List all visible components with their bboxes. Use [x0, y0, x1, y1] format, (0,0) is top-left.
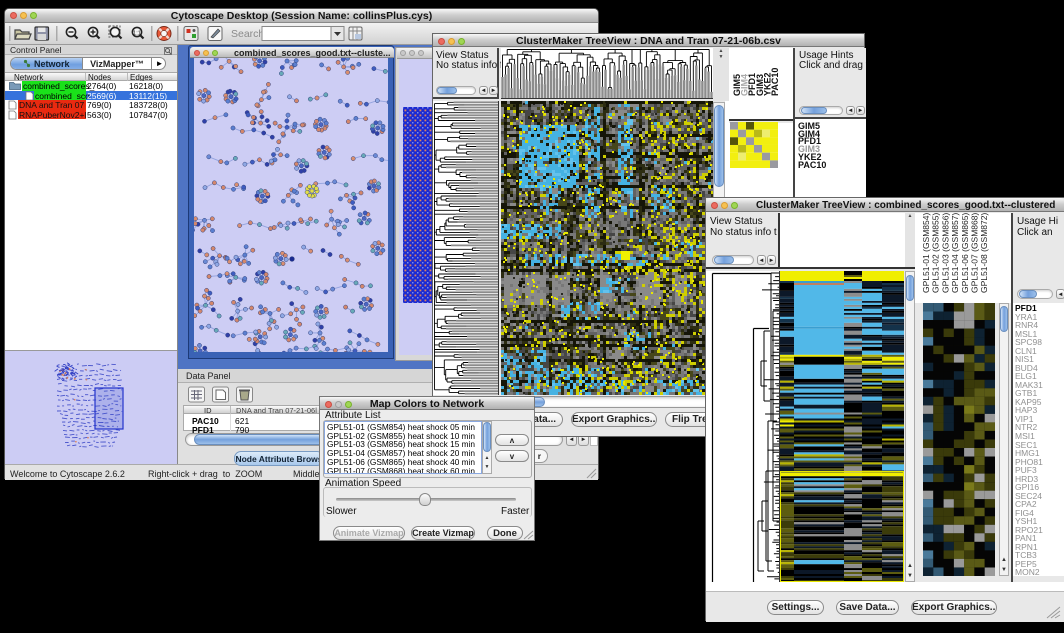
svg-text:GPL51-03 (GSM856): GPL51-03 (GSM856) [940, 213, 950, 293]
svg-text:GPL51-07 (GSM868): GPL51-07 (GSM868) [970, 213, 980, 293]
svg-text:GPL51-02 (GSM855): GPL51-02 (GSM855) [931, 213, 941, 293]
svg-text:GPL51-04 (GSM857): GPL51-04 (GSM857) [950, 213, 960, 293]
svg-text:1:1: 1:1 [133, 31, 141, 37]
svg-text:GPL51-08 (GSM872): GPL51-08 (GSM872) [979, 213, 989, 293]
svg-text:GPL51-06 (GSM865): GPL51-06 (GSM865) [960, 213, 970, 293]
svg-text:GPL51-01 (GSM854): GPL51-01 (GSM854) [921, 213, 931, 293]
svg-text:PAC10: PAC10 [770, 68, 780, 96]
